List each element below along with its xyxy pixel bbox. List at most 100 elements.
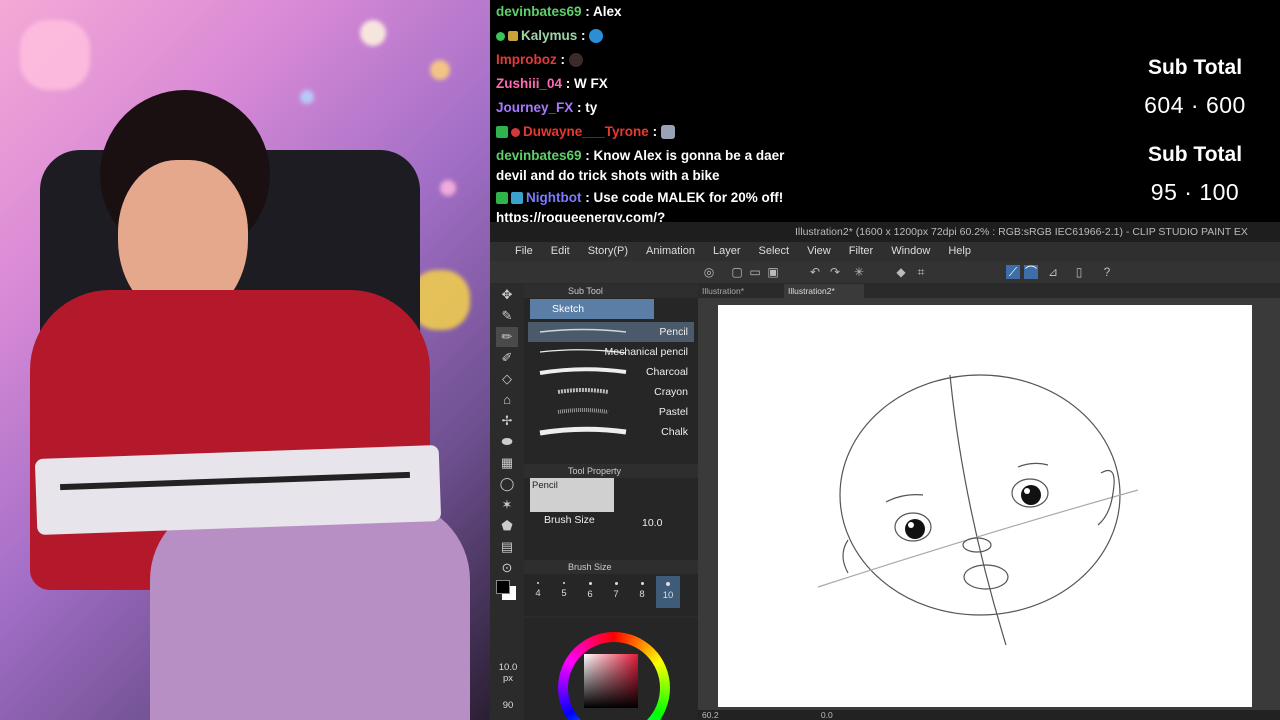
rotation-readout[interactable]: 0.0	[821, 710, 833, 720]
size-option[interactable]: 4	[526, 576, 550, 608]
new-file-icon[interactable]: ▢	[730, 265, 744, 279]
brush-item-pencil[interactable]: Pencil	[528, 322, 694, 342]
size-dot	[588, 582, 592, 585]
size-option-selected[interactable]: 10	[656, 576, 680, 608]
open-folder-icon[interactable]: ▭	[748, 265, 762, 279]
canvas-area	[698, 298, 1280, 710]
eyedropper-tool-icon[interactable]: ⊙	[496, 558, 518, 578]
gradient-tool-icon[interactable]: ▤	[496, 537, 518, 557]
dark-emote-icon	[568, 53, 583, 68]
menu-edit[interactable]: Edit	[542, 242, 579, 261]
undo-icon[interactable]: ↶	[808, 265, 822, 279]
check-badge-icon	[496, 126, 508, 139]
brush-item-crayon[interactable]: Crayon	[528, 382, 694, 402]
brush-size-label: Brush Size	[544, 514, 595, 526]
menu-animation[interactable]: Animation	[637, 242, 704, 261]
figure-tool-icon[interactable]: ▦	[496, 453, 518, 473]
blend-tool-icon[interactable]: ✢	[496, 411, 518, 431]
size-option[interactable]: 5	[552, 576, 576, 608]
pen-tool-icon[interactable]: ✎	[496, 306, 518, 326]
menu-view[interactable]: View	[798, 242, 840, 261]
left-pupil	[905, 519, 925, 539]
magic-wand-icon[interactable]: ✶	[496, 495, 518, 515]
device-icon[interactable]: ▯	[1072, 265, 1086, 279]
size-option-label: 7	[613, 589, 619, 600]
chat-message: devinbates69 : Alex	[496, 0, 1104, 24]
help-icon[interactable]: ?	[1100, 265, 1114, 279]
left-eyebrow	[885, 494, 924, 503]
menu-filter[interactable]: Filter	[840, 242, 882, 261]
curve-snap-icon[interactable]: ⌒	[1024, 265, 1038, 279]
size-option-label: 5	[561, 588, 567, 599]
menu-bar: File Edit Story(P) Animation Layer Selec…	[490, 242, 1280, 261]
size-option-label: 10	[662, 590, 674, 601]
loading-icon[interactable]: ✳	[852, 265, 866, 279]
doc-tab-illustration2[interactable]: Illustration2*	[784, 284, 864, 298]
chat-username: Nightbot	[526, 190, 582, 205]
command-bar: ◎ ▢ ▭ ▣ ↶ ↷ ✳ ◆ ⌗ ⟋ ⌒ ⊿ ▯ ?	[490, 261, 1280, 283]
size-option[interactable]: 7	[604, 576, 628, 608]
drawing-canvas[interactable]	[718, 305, 1252, 707]
chat-message: Journey_FX : ty	[496, 96, 1104, 120]
fill-tool-icon[interactable]: ⬬	[496, 432, 518, 452]
window-title: Illustration2* (1600 x 1200px 72dpi 60.2…	[490, 222, 1280, 242]
brush-tool-icon[interactable]: ✐	[496, 348, 518, 368]
size-dot	[563, 582, 565, 584]
fill-icon[interactable]: ◆	[894, 265, 908, 279]
opacity-readout: 90	[502, 700, 514, 711]
pencil-tool-icon[interactable]: ✏	[496, 327, 518, 347]
chat-username: Zushiii_04	[496, 76, 563, 91]
size-option[interactable]: 8	[630, 576, 654, 608]
webcam-feed	[0, 0, 490, 720]
brush-item-mechanical-pencil[interactable]: Mechanical pencil	[528, 342, 694, 362]
nose	[962, 537, 992, 553]
airbrush-tool-icon[interactable]: ⌂	[496, 390, 518, 410]
doc-tab-illustration[interactable]: Illustration*	[698, 284, 778, 298]
screen: devinbates69 : Alex Kalymus : Improboz :…	[0, 0, 1280, 720]
bucket-tool-icon[interactable]: ⬟	[496, 516, 518, 536]
special-ruler-icon[interactable]: ⊿	[1046, 265, 1060, 279]
right-ear	[1097, 469, 1115, 526]
brush-item-charcoal[interactable]: Charcoal	[528, 362, 694, 382]
size-option-label: 6	[587, 589, 593, 600]
chat-message: Zushiii_04 : W FX	[496, 72, 1104, 96]
clip-studio-icon[interactable]: ◎	[702, 265, 716, 279]
eraser-tool-icon[interactable]: ◇	[496, 369, 518, 389]
figure-emote-icon	[660, 125, 675, 140]
save-icon[interactable]: ▣	[766, 265, 780, 279]
zoom-readout[interactable]: 60.2	[702, 710, 719, 720]
menu-layer[interactable]: Layer	[704, 242, 750, 261]
brush-item-chalk[interactable]: Chalk	[528, 422, 694, 442]
menu-window[interactable]: Window	[882, 242, 939, 261]
chat-separator: :	[573, 100, 586, 115]
brush-size-value[interactable]: 10.0	[642, 517, 662, 529]
person-legs	[150, 500, 470, 720]
menu-help[interactable]: Help	[939, 242, 980, 261]
head-outline	[839, 374, 1121, 616]
size-dot	[640, 582, 644, 585]
tool-property-panel: Tool Property Pencil Brush Size 10.0	[524, 462, 698, 562]
ruler-snap-icon[interactable]: ⟋	[1006, 265, 1020, 279]
menu-select[interactable]: Select	[750, 242, 799, 261]
status-bar: 60.2 0.0	[698, 710, 1280, 720]
lasso-tool-icon[interactable]: ◯	[496, 474, 518, 494]
saturation-value-box[interactable]	[584, 654, 638, 708]
size-option[interactable]: 6	[578, 576, 602, 608]
sub-tool-group-tab[interactable]: Sketch	[530, 299, 654, 319]
transform-icon[interactable]: ⌗	[914, 265, 928, 279]
document-tabs: Illustration* Illustration2*	[698, 284, 1280, 298]
brush-stroke-preview	[539, 328, 627, 333]
chat-username: Journey_FX	[496, 100, 574, 115]
foreground-color-swatch[interactable]	[496, 580, 510, 594]
menu-file[interactable]: File	[506, 242, 542, 261]
color-swatches[interactable]	[496, 580, 518, 602]
chat-username: Duwayne___Tyrone	[523, 124, 649, 139]
brush-item-pastel[interactable]: Pastel	[528, 402, 694, 422]
check-badge-icon	[496, 192, 508, 205]
redo-icon[interactable]: ↷	[828, 265, 842, 279]
chat-message: Improboz :	[496, 48, 1104, 72]
brush-stroke-preview	[557, 388, 609, 394]
menu-story[interactable]: Story(P)	[579, 242, 637, 261]
sub-goal-widget: Sub Total 604 · 600 Sub Total 95 · 100	[1110, 0, 1280, 222]
move-tool-icon[interactable]: ✥	[496, 285, 518, 305]
